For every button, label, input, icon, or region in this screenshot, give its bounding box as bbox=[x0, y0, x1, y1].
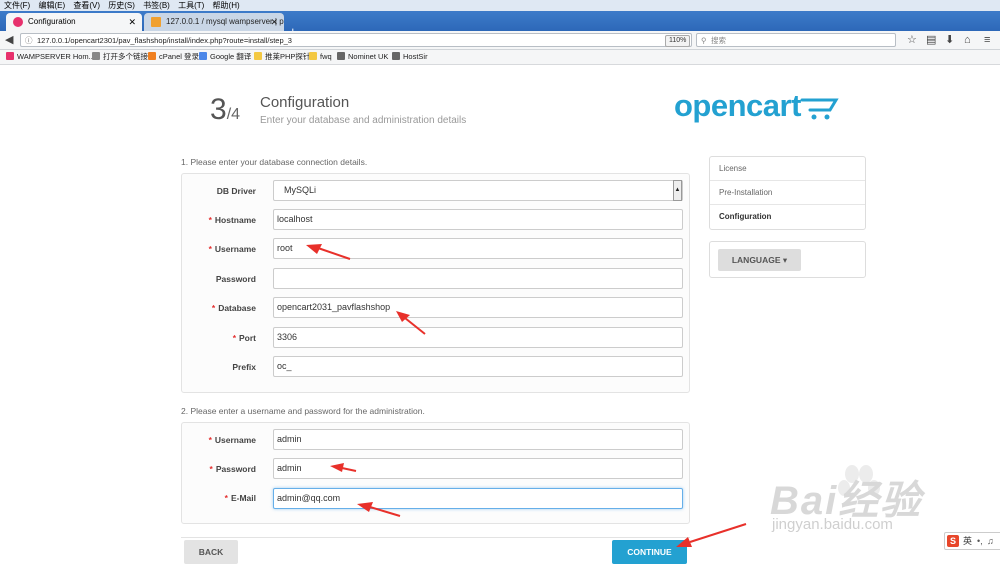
admin-section-heading: 2. Please enter a username and password … bbox=[181, 406, 425, 416]
cart-icon bbox=[800, 98, 839, 120]
opencart-logo: opencart bbox=[674, 88, 801, 123]
continue-button[interactable]: CONTINUE bbox=[612, 540, 687, 564]
close-tab-icon[interactable]: ✕ bbox=[128, 13, 136, 31]
search-icon: ⚲ bbox=[701, 36, 707, 45]
hostname-field[interactable]: localhost bbox=[273, 209, 683, 230]
menu-file[interactable]: 文件(F) bbox=[4, 1, 30, 10]
search-placeholder: 搜索 bbox=[711, 36, 726, 45]
email-label: * E-Mail bbox=[224, 493, 256, 503]
bookmarks-bar: WAMPSERVER Hom... 打开多个链接 cPanel 登录 Googl… bbox=[0, 50, 1000, 65]
back-button[interactable]: BACK bbox=[184, 540, 238, 564]
menu-history[interactable]: 历史(S) bbox=[108, 1, 135, 10]
bookmark-item[interactable]: Google 翻译 bbox=[199, 50, 251, 64]
bookmark-favicon-icon bbox=[199, 52, 207, 60]
db-driver-label: DB Driver bbox=[216, 186, 256, 196]
browser-menubar: 文件(F) 编辑(E) 查看(V) 历史(S) 书签(B) 工具(T) 帮助(H… bbox=[0, 0, 1000, 11]
hostname-label: * Hostname bbox=[208, 215, 256, 225]
page-subtitle: Enter your database and administration d… bbox=[260, 115, 467, 126]
download-icon[interactable]: ⬇ bbox=[945, 31, 954, 49]
close-tab-icon[interactable]: ✕ bbox=[270, 13, 278, 31]
tab-phpmyadmin[interactable]: 127.0.0.1 / mysql wampserver | p ✕ bbox=[144, 13, 284, 31]
prefix-field[interactable]: oc_ bbox=[273, 356, 683, 377]
prefix-label: Prefix bbox=[232, 362, 256, 372]
step-configuration[interactable]: Configuration bbox=[710, 205, 865, 229]
menu-view[interactable]: 查看(V) bbox=[73, 1, 100, 10]
bookmark-item[interactable]: Nominet UK bbox=[337, 50, 388, 64]
database-field[interactable]: opencart2031_pavflashshop bbox=[273, 297, 683, 318]
zoom-indicator[interactable]: 110% bbox=[665, 35, 691, 47]
db-driver-select[interactable]: MySQLi ▲ bbox=[273, 180, 683, 201]
port-field[interactable]: 3306 bbox=[273, 327, 683, 348]
db-section-heading: 1. Please enter your database connection… bbox=[181, 157, 368, 167]
bookmark-star-icon[interactable]: ☆ bbox=[907, 31, 917, 49]
step-current: 3 bbox=[210, 93, 227, 126]
phpmyadmin-favicon-icon bbox=[151, 17, 161, 27]
buttons-divider bbox=[181, 537, 690, 538]
bookmark-item[interactable]: 打开多个链接 bbox=[92, 50, 148, 64]
menu-bookmarks[interactable]: 书签(B) bbox=[143, 1, 170, 10]
info-icon[interactable]: ⓘ bbox=[25, 34, 33, 48]
tab-title: 127.0.0.1 / mysql wampserver | p bbox=[166, 17, 284, 26]
bookmark-item[interactable]: cPanel 登录 bbox=[148, 50, 199, 64]
menu-tools[interactable]: 工具(T) bbox=[178, 1, 204, 10]
bookmark-favicon-icon bbox=[148, 52, 156, 60]
caret-down-icon: ▾ bbox=[782, 255, 788, 265]
url-bar[interactable]: ⓘ 127.0.0.1/opencart2301/pav_flashshop/i… bbox=[20, 33, 703, 48]
port-label: * Port bbox=[232, 333, 256, 343]
db-driver-value: MySQLi bbox=[284, 185, 317, 195]
opencart-favicon-icon bbox=[13, 17, 23, 27]
page-title: Configuration bbox=[260, 94, 350, 111]
admin-password-field[interactable]: admin bbox=[273, 458, 683, 479]
admin-username-label: * Username bbox=[208, 435, 256, 445]
db-username-label: * Username bbox=[208, 244, 256, 254]
menu-edit[interactable]: 编辑(E) bbox=[38, 1, 65, 10]
bookmark-favicon-icon bbox=[337, 52, 345, 60]
step-total: /4 bbox=[226, 106, 241, 123]
email-field[interactable]: admin@qq.com bbox=[273, 488, 683, 509]
sogou-logo-icon: S bbox=[947, 535, 959, 547]
bookmark-item[interactable]: HostSir bbox=[392, 50, 428, 64]
admin-username-field[interactable]: admin bbox=[273, 429, 683, 450]
menu-icon[interactable]: ≡ bbox=[984, 31, 990, 49]
database-label: * Database bbox=[211, 303, 256, 313]
ime-language-toggle[interactable]: 英 bbox=[963, 533, 972, 549]
folder-icon bbox=[309, 52, 317, 60]
db-password-field[interactable] bbox=[273, 268, 683, 289]
menu-help[interactable]: 帮助(H) bbox=[213, 1, 240, 10]
reading-list-icon[interactable]: ▤ bbox=[926, 31, 936, 49]
db-password-label: Password bbox=[215, 274, 256, 284]
bookmark-favicon-icon bbox=[92, 52, 100, 60]
language-panel: LANGUAGE ▾ bbox=[709, 241, 866, 278]
step-license[interactable]: License bbox=[710, 157, 865, 181]
punctuation-icon[interactable]: •, bbox=[977, 533, 983, 549]
bookmark-favicon-icon bbox=[392, 52, 400, 60]
language-dropdown-button[interactable]: LANGUAGE ▾ bbox=[718, 249, 801, 271]
back-arrow-icon[interactable]: ◀ bbox=[5, 31, 13, 49]
db-username-field[interactable]: root bbox=[273, 238, 683, 259]
url-text: 127.0.0.1/opencart2301/pav_flashshop/ins… bbox=[37, 36, 292, 45]
tab-title: Configuration bbox=[28, 17, 76, 26]
step-indicator: 3/4 bbox=[210, 94, 240, 131]
install-steps-list: License Pre-Installation Configuration bbox=[709, 156, 866, 230]
bookmark-item[interactable]: fwq bbox=[309, 50, 332, 64]
search-input[interactable]: ⚲ 搜索 bbox=[696, 33, 896, 47]
tab-configuration[interactable]: Configuration ✕ bbox=[6, 13, 142, 31]
folder-icon bbox=[254, 52, 262, 60]
tab-strip: Configuration ✕ 127.0.0.1 / mysql wampse… bbox=[0, 11, 1000, 39]
bookmark-item[interactable]: 推莱PHP探针 bbox=[254, 50, 310, 64]
watermark-url: jingyan.baidu.com bbox=[772, 516, 893, 533]
bookmark-item[interactable]: WAMPSERVER Hom... bbox=[6, 50, 95, 64]
step-pre-installation[interactable]: Pre-Installation bbox=[710, 181, 865, 205]
bookmark-favicon-icon bbox=[6, 52, 14, 60]
home-icon[interactable]: ⌂ bbox=[964, 31, 971, 49]
ime-toolbar[interactable]: S 英 •, ♫ bbox=[944, 532, 1000, 550]
chevron-down-icon[interactable]: ▲ bbox=[673, 180, 682, 201]
admin-password-label: * Password bbox=[209, 464, 256, 474]
microphone-icon[interactable]: ♫ bbox=[987, 533, 994, 549]
navigation-bar: ◀ ⓘ 127.0.0.1/opencart2301/pav_flashshop… bbox=[0, 31, 1000, 50]
